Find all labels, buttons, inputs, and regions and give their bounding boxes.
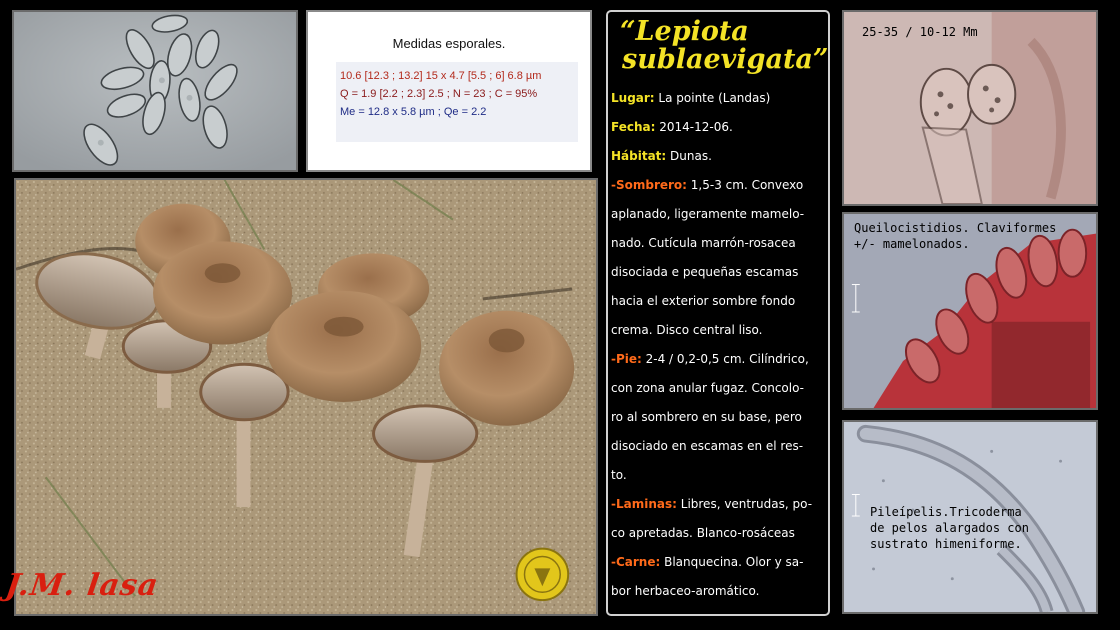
species-title-line1: “Lepiota: [620, 16, 749, 47]
pileipellis-label-line2: de pelos alargados con: [870, 521, 1029, 535]
laminas-row: -Laminas: Libres, ventrudas, po-: [611, 497, 812, 511]
pie-line1: 2-4 / 0,2-0,5 cm. Cilíndrico,: [641, 352, 809, 366]
pie-line5: to.: [611, 468, 627, 482]
fecha-label: Fecha:: [611, 120, 656, 134]
habitat-value: Dunas.: [670, 149, 712, 163]
measures-size-line: 10.6 [12.3 ; 13.2] 15 x 4.7 [5.5 ; 6] 6.…: [340, 70, 542, 82]
basidia-micrograph: 25-35 / 10-12 Mm: [842, 10, 1098, 206]
cheilocystidia-label: Queilocistidios. Claviformes +/- mamelon…: [854, 220, 1056, 252]
sombrero-line6: crema. Disco central liso.: [611, 323, 763, 337]
description-panel: “Lepiota sublaevigata” Lugar: La pointe …: [606, 10, 830, 616]
sombrero-line2: aplanado, ligeramente mamelo-: [611, 207, 805, 221]
sombrero-row: -Sombrero: 1,5-3 cm. Convexo: [611, 178, 803, 192]
mushroom-photo: [14, 178, 598, 616]
fecha-row: Fecha: 2014-12-06.: [611, 120, 733, 134]
laminas-line2: co apretadas. Blanco-rosáceas: [611, 526, 795, 540]
habitat-row: Hábitat: Dunas.: [611, 149, 712, 163]
pileipellis-label: Pileípelis.Tricoderma de pelos alargados…: [870, 504, 1029, 552]
pie-line4: disociado en escamas en el res-: [611, 439, 804, 453]
spore-micrograph: [12, 10, 298, 172]
lugar-value: La pointe (Landas): [658, 91, 771, 105]
cheilocystidia-label-line2: +/- mamelonados.: [854, 237, 970, 251]
laminas-line1: Libres, ventrudas, po-: [676, 497, 813, 511]
sombrero-line3: nado. Cutícula marrón-rosacea: [611, 236, 796, 250]
habitat-label: Hábitat:: [611, 149, 667, 163]
pie-row: -Pie: 2-4 / 0,2-0,5 cm. Cilíndrico,: [611, 352, 809, 366]
pie-label: -Pie:: [611, 352, 642, 366]
fecha-value: 2014-12-06.: [659, 120, 733, 134]
pie-line2: con zona anular fugaz. Concolo-: [611, 381, 804, 395]
carne-label: -Carne:: [611, 555, 661, 569]
cheilocystidia-micrograph: Queilocistidios. Claviformes +/- mamelon…: [842, 212, 1098, 410]
species-title: “Lepiota sublaevigata”: [620, 16, 829, 75]
sombrero-line1: 1,5-3 cm. Convexo: [686, 178, 804, 192]
laminas-label: -Laminas:: [611, 497, 677, 511]
pileipellis-label-line3: sustrato himeniforme.: [870, 537, 1022, 551]
measures-q-line: Q = 1.9 [2.2 ; 2.3] 2.5 ; N = 23 ; C = 9…: [340, 88, 538, 100]
sombrero-label: -Sombrero:: [611, 178, 687, 192]
lugar-label: Lugar:: [611, 91, 655, 105]
measures-title: Medidas esporales.: [392, 36, 506, 51]
sombrero-line5: hacia el exterior sombre fondo: [611, 294, 796, 308]
spore-image: [14, 12, 296, 170]
basidia-label: 25-35 / 10-12 Mm: [862, 25, 978, 39]
lugar-row: Lugar: La pointe (Landas): [611, 91, 770, 105]
cheilocystidia-label-line1: Queilocistidios. Claviformes: [854, 221, 1057, 235]
carne-line2: bor herbaceo-aromático.: [611, 584, 760, 598]
pileipellis-label-line1: Pileípelis.Tricoderma: [870, 505, 1022, 519]
measures-mean-line: Me = 12.8 x 5.8 µm ; Qe = 2.2: [340, 106, 487, 118]
carne-row: -Carne: Blanquecina. Olor y sa-: [611, 555, 803, 569]
spore-measures-card: Medidas esporales. 10.6 [12.3 ; 13.2] 15…: [306, 10, 592, 172]
species-title-line2: sublaevigata”: [622, 44, 829, 75]
carne-line1: Blanquecina. Olor y sa-: [660, 555, 804, 569]
basidia-image: [844, 12, 1096, 204]
sombrero-line4: disociada e pequeñas escamas: [611, 265, 799, 279]
mushroom-image: [16, 180, 596, 614]
pileipellis-micrograph: Pileípelis.Tricoderma de pelos alargados…: [842, 420, 1098, 614]
pie-line3: ro al sombrero en su base, pero: [611, 410, 802, 424]
author-signature: J.M. lasa: [3, 568, 162, 603]
